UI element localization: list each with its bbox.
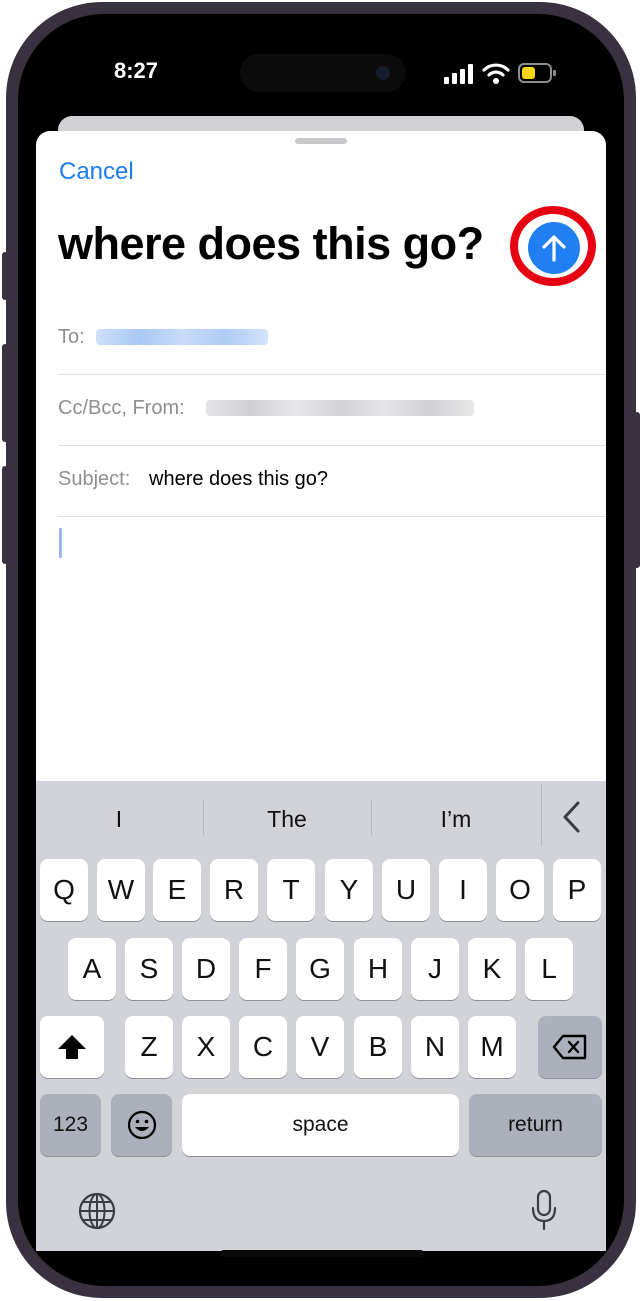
suggestion-separator — [541, 784, 542, 846]
shift-key[interactable] — [40, 1016, 104, 1078]
return-key[interactable]: return — [469, 1094, 602, 1156]
from-address-redacted — [206, 400, 474, 416]
shift-icon — [58, 1035, 86, 1059]
key-g[interactable]: G — [296, 938, 344, 1000]
key-w[interactable]: W — [97, 859, 145, 921]
volume-down-button — [2, 466, 8, 564]
message-body[interactable] — [58, 518, 606, 780]
key-d[interactable]: D — [182, 938, 230, 1000]
sheet-grabber[interactable] — [295, 138, 347, 144]
front-camera — [376, 66, 390, 80]
space-key[interactable]: space — [182, 1094, 459, 1156]
subject-label: Subject: — [58, 468, 131, 490]
key-o[interactable]: O — [496, 859, 544, 921]
cellular-signal-icon — [444, 64, 473, 84]
key-z[interactable]: Z — [125, 1016, 173, 1078]
subject-field[interactable]: where does this go? — [149, 468, 328, 491]
wifi-icon — [482, 63, 510, 84]
emoji-key[interactable] — [111, 1094, 172, 1156]
suggestion-2[interactable]: The — [204, 806, 370, 833]
emoji-icon — [127, 1110, 156, 1140]
battery-icon — [518, 63, 556, 83]
ccbcc-from-label[interactable]: Cc/Bcc, From: — [58, 397, 185, 420]
home-indicator[interactable] — [220, 1250, 424, 1257]
key-c[interactable]: C — [239, 1016, 287, 1078]
volume-up-button — [2, 344, 8, 442]
key-r[interactable]: R — [210, 859, 258, 921]
action-button — [2, 252, 8, 300]
to-recipient-redacted[interactable] — [96, 329, 268, 345]
key-b[interactable]: B — [354, 1016, 402, 1078]
send-button[interactable] — [528, 222, 580, 274]
key-s[interactable]: S — [125, 938, 173, 1000]
key-x[interactable]: X — [182, 1016, 230, 1078]
chevron-left-icon[interactable] — [558, 800, 586, 834]
key-k[interactable]: K — [468, 938, 516, 1000]
to-divider — [58, 374, 606, 375]
cancel-button[interactable]: Cancel — [59, 158, 134, 186]
backspace-icon — [552, 1034, 587, 1060]
suggestion-1[interactable]: I — [36, 806, 202, 833]
microphone-icon[interactable] — [528, 1188, 560, 1232]
key-i[interactable]: I — [439, 859, 487, 921]
numbers-key[interactable]: 123 — [40, 1094, 101, 1156]
key-m[interactable]: M — [468, 1016, 516, 1078]
arrow-up-icon — [542, 235, 566, 262]
status-time: 8:27 — [114, 58, 159, 83]
key-h[interactable]: H — [354, 938, 402, 1000]
key-v[interactable]: V — [296, 1016, 344, 1078]
compose-title: where does this go? — [58, 218, 484, 269]
ccbcc-divider — [58, 445, 606, 446]
key-p[interactable]: P — [553, 859, 601, 921]
power-button — [634, 412, 640, 568]
key-e[interactable]: E — [153, 859, 201, 921]
key-y[interactable]: Y — [325, 859, 373, 921]
globe-icon[interactable] — [77, 1191, 117, 1231]
key-f[interactable]: F — [239, 938, 287, 1000]
key-u[interactable]: U — [382, 859, 430, 921]
key-a[interactable]: A — [68, 938, 116, 1000]
key-q[interactable]: Q — [40, 859, 88, 921]
key-j[interactable]: J — [411, 938, 459, 1000]
key-l[interactable]: L — [525, 938, 573, 1000]
key-n[interactable]: N — [411, 1016, 459, 1078]
subject-divider — [58, 516, 606, 517]
key-t[interactable]: T — [267, 859, 315, 921]
delete-key[interactable] — [538, 1016, 602, 1078]
suggestion-3[interactable]: I’m — [372, 806, 540, 833]
to-label: To: — [58, 326, 85, 348]
